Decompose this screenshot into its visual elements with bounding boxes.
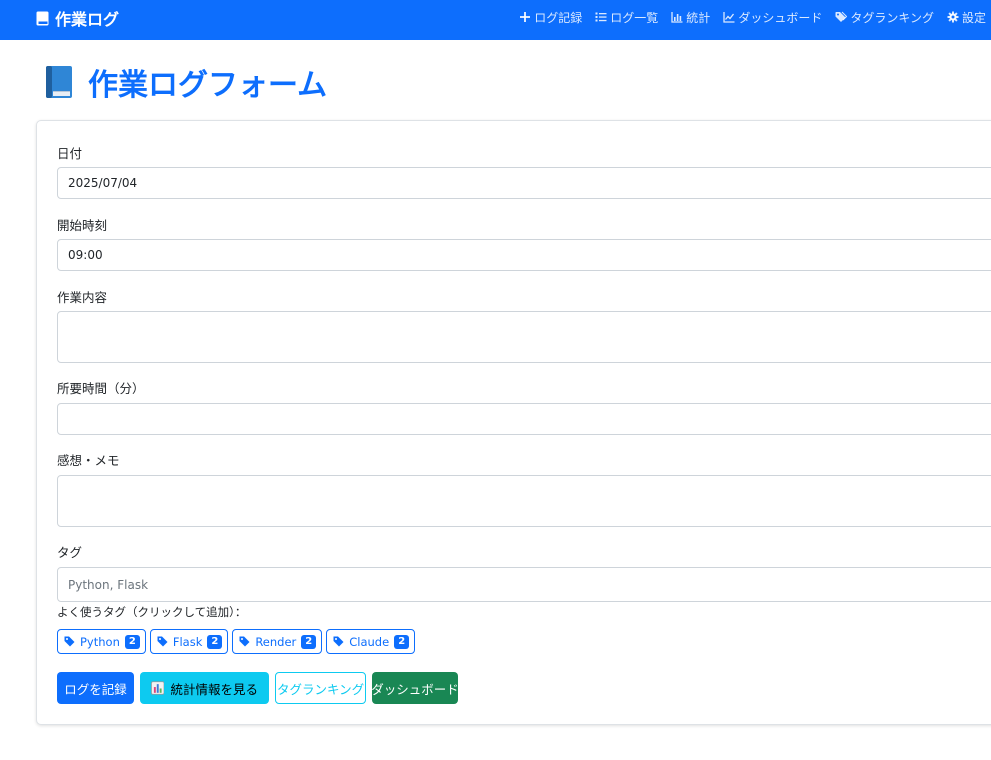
submit-log-label: ログを記録	[64, 681, 127, 697]
nav-item-label: 統計	[686, 10, 711, 25]
blue-book-icon	[46, 66, 72, 98]
submit-log-button[interactable]: ログを記録	[57, 672, 134, 704]
tag-ranking-label: タグランキング	[276, 681, 365, 697]
nav-item-label: タグランキング	[850, 10, 934, 25]
nav-item-log-list[interactable]: ログ一覧	[595, 9, 658, 26]
date-field[interactable]	[57, 167, 991, 199]
tag-button-claude[interactable]: Claude 2	[326, 629, 416, 654]
bar-chart-icon	[671, 12, 683, 23]
page-title-text: 作業ログフォーム	[88, 68, 328, 103]
gear-icon	[947, 11, 959, 23]
memo-label: 感想・メモ	[57, 453, 120, 468]
nav-item-label: ダッシュボード	[738, 10, 823, 25]
duration-field[interactable]	[57, 403, 991, 435]
tag-ranking-button[interactable]: タグランキング	[275, 672, 366, 704]
nav-item-log-record[interactable]: ログ記録	[519, 9, 582, 26]
start-time-field[interactable]	[57, 239, 991, 271]
content-label: 作業内容	[57, 290, 108, 305]
book-icon	[36, 11, 49, 25]
brand-label: 作業ログ	[55, 10, 120, 29]
memo-textarea[interactable]	[57, 475, 991, 527]
tags-field[interactable]	[57, 567, 991, 602]
list-icon	[595, 12, 607, 22]
tags-label: タグ	[57, 545, 83, 560]
duration-label: 所要時間（分）	[57, 381, 145, 396]
page-title: 作業ログフォーム	[44, 60, 327, 104]
view-stats-button[interactable]: 統計情報を見る	[140, 672, 269, 704]
tag-count-badge: 2	[207, 634, 223, 649]
tag-name: Python	[80, 634, 120, 649]
plus-icon	[520, 12, 531, 22]
nav-menu: ログ記録 ログ一覧 統計 ダッシュボード タグランキング 設定	[519, 7, 986, 27]
nav-item-label: 設定	[961, 10, 986, 25]
tag-icon	[239, 636, 250, 647]
dashboard-label: ダッシュボード	[371, 681, 459, 697]
tag-icon	[157, 636, 168, 647]
bar-chart-emoji-icon	[151, 681, 165, 695]
form-actions: ログを記録 統計情報を見る タグランキング ダッシュボード	[57, 672, 459, 704]
line-chart-icon	[723, 12, 735, 23]
tag-button-python[interactable]: Python 2	[57, 629, 146, 654]
tag-count-badge: 2	[301, 634, 317, 649]
nav-item-tag-ranking[interactable]: タグランキング	[835, 9, 934, 26]
tags-icon	[835, 11, 848, 22]
nav-item-settings[interactable]: 設定	[947, 9, 986, 26]
dashboard-button[interactable]: ダッシュボード	[371, 672, 459, 704]
tag-button-render[interactable]: Render 2	[232, 629, 323, 654]
start-time-label: 開始時刻	[57, 218, 108, 233]
navbar-brand[interactable]: 作業ログ	[36, 7, 119, 29]
date-label: 日付	[57, 146, 83, 161]
tag-count-badge: 2	[394, 634, 410, 649]
tag-name: Claude	[349, 634, 390, 649]
tag-button-flask[interactable]: Flask 2	[149, 629, 229, 654]
tag-icon	[333, 636, 344, 647]
frequent-tags-hint: よく使うタグ（クリックして追加）：	[57, 605, 247, 619]
tag-icon	[64, 636, 75, 647]
tag-name: Flask	[172, 634, 203, 649]
view-stats-label: 統計情報を見る	[170, 681, 258, 697]
nav-item-label: ログ記録	[534, 10, 583, 25]
frequent-tags: Python 2 Flask 2 Render 2 Claude 2	[57, 629, 416, 654]
tag-name: Render	[255, 634, 297, 649]
navbar: 作業ログ ログ記録 ログ一覧 統計 ダッシュボード タグランキング 設定	[0, 0, 991, 40]
content-textarea[interactable]	[57, 311, 991, 363]
nav-item-dashboard[interactable]: ダッシュボード	[723, 9, 822, 26]
nav-item-label: ログ一覧	[610, 10, 659, 25]
tag-count-badge: 2	[124, 634, 140, 649]
nav-item-stats[interactable]: 統計	[671, 9, 710, 26]
